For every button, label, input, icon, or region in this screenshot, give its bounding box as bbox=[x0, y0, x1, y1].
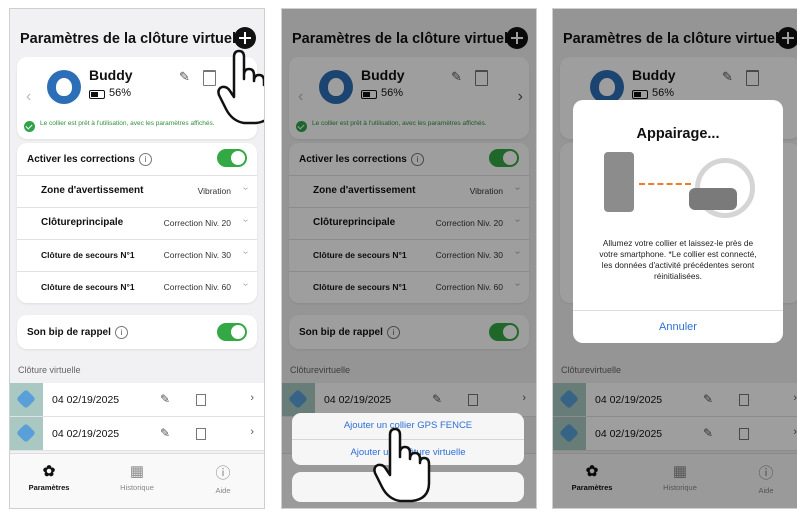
info-icon[interactable]: i bbox=[114, 326, 128, 339]
pet-name: Buddy bbox=[89, 67, 133, 83]
chevron-right-icon[interactable]: › bbox=[250, 392, 254, 404]
fence-label: 04 02/19/2025 bbox=[52, 394, 120, 406]
setting-row[interactable]: Zone d'avertissement Vibration › bbox=[17, 175, 257, 208]
corrections-label: Activer les corrections bbox=[27, 154, 135, 166]
add-button[interactable] bbox=[234, 27, 256, 49]
trash-icon[interactable] bbox=[196, 394, 206, 406]
avatar bbox=[47, 70, 81, 104]
chevron-right-icon[interactable]: › bbox=[250, 426, 254, 438]
smartphone-icon bbox=[604, 152, 634, 212]
pointer-hand-icon bbox=[216, 49, 264, 125]
connection-line bbox=[639, 183, 691, 185]
gear-icon: ✿ bbox=[42, 463, 56, 480]
setting-label: Zone d'avertissement bbox=[41, 185, 144, 196]
corrections-card: Activer les corrections i Zone d'avertiss… bbox=[17, 143, 257, 303]
setting-value: Correction Niv. 20 bbox=[163, 218, 231, 228]
battery-icon bbox=[89, 90, 105, 99]
tab-label: Paramètres bbox=[28, 483, 70, 492]
map-thumbnail bbox=[10, 417, 43, 450]
screen-pairing: Paramètres de la clôture virtuelle Buddy… bbox=[552, 8, 797, 509]
tab-label: Historique bbox=[120, 483, 154, 492]
setting-value: Correction Niv. 60 bbox=[163, 282, 231, 292]
info-icon[interactable]: i bbox=[138, 153, 152, 166]
setting-row[interactable]: Clôture de secours N°1 Correction Niv. 3… bbox=[17, 239, 257, 272]
chevron-down-icon: › bbox=[239, 186, 251, 191]
setting-label: Clôture de secours N°1 bbox=[41, 250, 135, 260]
check-icon bbox=[24, 121, 35, 132]
calendar-icon: ▦ bbox=[129, 463, 145, 480]
edit-icon[interactable]: ✎ bbox=[179, 69, 190, 85]
trash-icon[interactable] bbox=[196, 428, 206, 440]
setting-value: Vibration bbox=[197, 186, 231, 196]
edit-icon[interactable]: ✎ bbox=[160, 392, 170, 406]
section-title: Clôture virtuelle bbox=[18, 365, 81, 375]
setting-row[interactable]: Clôture de secours N°1 Correction Niv. 6… bbox=[17, 271, 257, 303]
chevron-down-icon: › bbox=[239, 282, 251, 287]
help-icon: ⓘ bbox=[215, 465, 231, 482]
battery-level: 56% bbox=[109, 87, 132, 99]
dialog-title: Appairage... bbox=[636, 126, 720, 142]
screen-add-menu: Paramètres de la clôture virtuelle ‹ Bud… bbox=[281, 8, 537, 509]
setting-row[interactable]: Clôtureprincipale Correction Niv. 20 › bbox=[17, 207, 257, 240]
chevron-down-icon: › bbox=[239, 250, 251, 255]
pointer-hand-icon bbox=[372, 427, 432, 503]
collar-device-icon bbox=[689, 188, 737, 210]
dialog-text: Allumez votre collier et laissez-le près… bbox=[599, 238, 757, 281]
corrections-toggle-row: Activer les corrections i bbox=[17, 143, 257, 176]
tab-aide[interactable]: ⓘ Aide bbox=[188, 462, 258, 495]
corrections-toggle[interactable] bbox=[217, 149, 247, 167]
bip-card: Son bip de rappel i bbox=[17, 315, 257, 349]
setting-label: Clôtureprincipale bbox=[41, 217, 124, 228]
tab-bar: ✿ Paramètres ▦ Historique ⓘ Aide bbox=[10, 453, 264, 508]
trash-icon[interactable] bbox=[203, 70, 216, 86]
bip-toggle[interactable] bbox=[217, 323, 247, 341]
chevron-left-icon[interactable]: ‹ bbox=[26, 88, 31, 106]
tab-historique[interactable]: ▦ Historique bbox=[102, 462, 172, 492]
tab-parametres[interactable]: ✿ Paramètres bbox=[14, 462, 84, 492]
cancel-button[interactable]: Annuler bbox=[573, 310, 783, 343]
setting-label: Clôture de secours N°1 bbox=[41, 282, 135, 292]
bip-label: Son bip de rappel bbox=[27, 327, 111, 339]
screen-settings: Paramètres de la clôture virtuelle ‹ Bud… bbox=[9, 8, 265, 509]
tab-label: Aide bbox=[215, 486, 231, 495]
page-title: Paramètres de la clôture virtuelle bbox=[20, 31, 249, 47]
map-thumbnail bbox=[10, 383, 43, 416]
status-text: Le collier est prêt à l'utilisation, ave… bbox=[40, 120, 215, 127]
pairing-dialog: Appairage... Allumez votre collier et la… bbox=[573, 100, 783, 343]
fence-label: 04 02/19/2025 bbox=[52, 428, 120, 440]
list-item[interactable]: 04 02/19/2025 ✎ › bbox=[10, 417, 264, 451]
edit-icon[interactable]: ✎ bbox=[160, 426, 170, 440]
chevron-down-icon: › bbox=[239, 218, 251, 223]
setting-value: Correction Niv. 30 bbox=[163, 250, 231, 260]
list-item[interactable]: 04 02/19/2025 ✎ › bbox=[10, 383, 264, 417]
